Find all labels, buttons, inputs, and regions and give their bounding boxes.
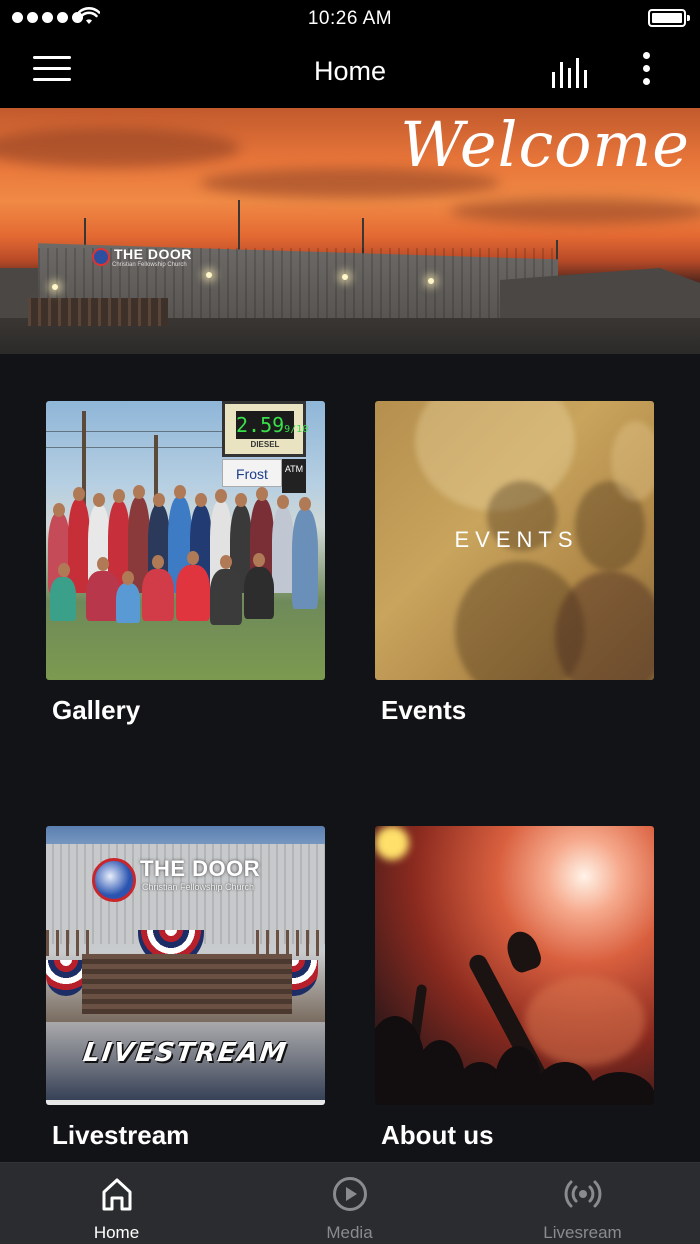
broadcast-icon — [564, 1180, 602, 1208]
events-photo: EVENTS — [375, 401, 654, 680]
church-logo-icon — [92, 858, 136, 902]
frost-bank-sign: Frost — [222, 459, 282, 487]
church-logo-icon — [92, 248, 110, 266]
tab-media[interactable]: Media — [233, 1163, 466, 1244]
top-nav-bar: Home — [0, 36, 700, 108]
play-circle-icon — [333, 1177, 367, 1211]
hero-sign-text: THE DOOR — [114, 246, 192, 262]
tab-livestream-label: Livesream — [543, 1223, 622, 1242]
welcome-banner: Welcome THE DOOR Christian Fellowship Ch… — [0, 108, 700, 354]
about-us-label: About us — [381, 1120, 494, 1150]
events-overlay-text: EVENTS — [454, 527, 579, 552]
tab-media-label: Media — [326, 1223, 373, 1242]
more-options-icon[interactable] — [636, 52, 656, 90]
gallery-label: Gallery — [52, 695, 141, 725]
tab-home[interactable]: Home — [0, 1163, 233, 1244]
tab-livestream[interactable]: Livesream — [466, 1163, 699, 1244]
livestream-sign-subtext: Christian Fellowship Church — [142, 882, 255, 892]
page-title: Home — [313, 56, 387, 86]
tab-home-label: Home — [93, 1223, 140, 1242]
status-bar: 10:26 AM — [0, 0, 700, 36]
welcome-text: Welcome — [400, 108, 690, 181]
audio-bars-icon[interactable] — [550, 58, 594, 88]
livestream-label: Livestream — [52, 1120, 190, 1150]
events-label: Events — [381, 695, 467, 725]
hero-sign-subtext: Christian Fellowship Church — [112, 262, 187, 268]
bottom-tab-bar: Home Media Livesream — [0, 1162, 700, 1244]
battery-icon — [648, 9, 690, 27]
about-us-photo — [375, 826, 654, 1105]
diesel-label: DIESEL — [250, 440, 280, 449]
status-time: 10:26 AM — [307, 8, 393, 29]
gas-price: 2.599/10 — [236, 411, 309, 439]
home-icon — [102, 1178, 132, 1211]
livestream-photo: THE DOOR Christian Fellowship Church LIV… — [46, 826, 325, 1105]
livestream-sign-text: THE DOOR — [140, 856, 261, 881]
livestream-overlay-text: LIVESTREAM — [81, 1038, 290, 1068]
gallery-photo: 2.599/10 DIESEL Frost ATM — [46, 401, 325, 680]
atm-sign: ATM — [282, 459, 306, 493]
